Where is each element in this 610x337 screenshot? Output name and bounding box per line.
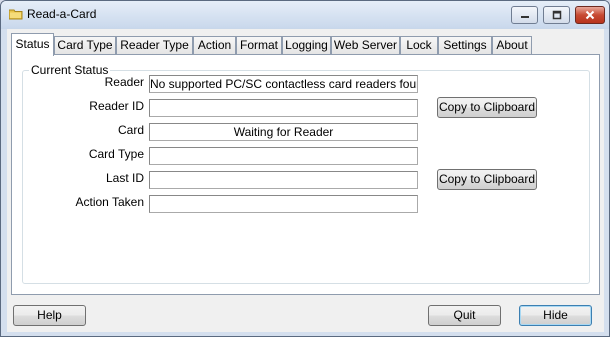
- minimize-icon: [512, 7, 537, 23]
- maximize-icon: [544, 7, 569, 23]
- tab-logging[interactable]: Logging: [282, 36, 331, 55]
- hide-button[interactable]: Hide: [519, 305, 592, 326]
- title-bar[interactable]: Read-a-Card: [1, 1, 609, 28]
- card-type-field: [149, 147, 418, 165]
- quit-button[interactable]: Quit: [428, 305, 501, 326]
- action-taken-field: [149, 195, 418, 213]
- action-taken-label: Action Taken: [75, 195, 145, 209]
- copy-reader-id-button[interactable]: Copy to Clipboard: [437, 97, 537, 118]
- tab-about[interactable]: About: [492, 36, 532, 55]
- app-window: Read-a-Card Status Card Type Reader Type…: [0, 0, 610, 337]
- close-button[interactable]: [575, 6, 605, 24]
- tab-format[interactable]: Format: [236, 36, 282, 55]
- last-id-label: Last ID: [105, 171, 144, 185]
- current-status-group: Current Status Reader No supported PC/SC…: [22, 63, 590, 284]
- status-panel: Current Status Reader No supported PC/SC…: [11, 54, 600, 295]
- last-id-field: [149, 171, 418, 189]
- card-field: Waiting for Reader: [149, 123, 418, 141]
- tab-reader-type[interactable]: Reader Type: [116, 36, 193, 55]
- minimize-button[interactable]: [511, 6, 538, 24]
- card-type-label: Card Type: [88, 147, 144, 161]
- tab-card-type[interactable]: Card Type: [54, 36, 116, 55]
- tab-settings[interactable]: Settings: [438, 36, 492, 55]
- reader-id-label: Reader ID: [89, 99, 144, 113]
- window-title: Read-a-Card: [27, 7, 97, 21]
- close-icon: [576, 7, 604, 23]
- card-label: Card: [117, 123, 144, 137]
- reader-id-field: [149, 99, 418, 117]
- reader-label: Reader: [104, 75, 144, 89]
- copy-last-id-button[interactable]: Copy to Clipboard: [437, 169, 537, 190]
- client-area: Status Card Type Reader Type Action Form…: [7, 29, 604, 332]
- tab-lock[interactable]: Lock: [400, 36, 438, 55]
- tab-action[interactable]: Action: [193, 36, 236, 55]
- folder-card-icon: [8, 8, 23, 20]
- help-button[interactable]: Help: [13, 305, 86, 326]
- tab-status[interactable]: Status: [11, 33, 54, 56]
- tab-web-server[interactable]: Web Server: [331, 36, 400, 55]
- maximize-button[interactable]: [543, 6, 570, 24]
- reader-field: No supported PC/SC contactless card read…: [149, 75, 418, 93]
